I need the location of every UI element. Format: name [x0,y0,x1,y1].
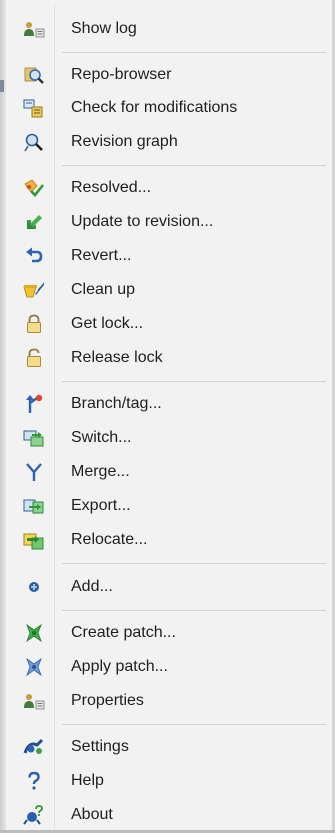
menu-item-label: Repo-browser [71,66,172,83]
export-icon [23,496,45,516]
update-to-revision-icon [23,212,45,232]
properties-icon [23,691,45,711]
menu-item-label: Show log [71,20,137,37]
menu-separator [62,724,326,725]
menu-item-branch-tag[interactable]: Branch/tag... [8,389,326,419]
menu-item-get-lock[interactable]: Get lock... [8,309,326,339]
context-menu: Show log Repo-browser Check for modifica… [0,0,335,833]
menu-item-label: Help [71,772,104,789]
menu-item-label: Add... [71,578,113,595]
settings-icon [23,737,45,757]
menu-item-add[interactable]: Add... [8,572,326,602]
menu-left-edge [0,0,6,833]
menu-item-label: About [71,806,113,823]
lock-icon [23,314,45,334]
menu-item-revision-graph[interactable]: Revision graph [8,127,326,157]
menu-item-label: Branch/tag... [71,395,162,412]
menu-item-label: Get lock... [71,315,144,332]
merge-icon [23,462,45,482]
menu-item-export[interactable]: Export... [8,491,326,521]
add-icon [23,577,45,597]
menu-item-label: Create patch... [71,624,176,641]
menu-item-label: Clean up [71,281,136,298]
menu-item-label: Release lock [71,349,163,366]
menu-item-label: Apply patch... [71,658,168,675]
menu-item-label: Check for modifications [71,99,238,116]
menu-item-label: Switch... [71,429,132,446]
menu-item-label: Settings [71,738,129,755]
menu-item-label: Properties [71,692,144,709]
menu-item-release-lock[interactable]: Release lock [8,343,326,373]
menu-item-apply-patch[interactable]: Apply patch... [8,652,326,682]
menu-item-label: Relocate... [71,531,148,548]
menu-item-show-log[interactable]: Show log [8,14,326,44]
apply-patch-icon [23,657,45,677]
menu-item-relocate[interactable]: Relocate... [8,525,326,555]
check-modifications-icon [23,98,45,118]
menu-separator [62,563,326,564]
menu-item-help[interactable]: Help [8,766,326,796]
menu-item-about[interactable]: About [8,800,326,830]
menu-item-settings[interactable]: Settings [8,732,326,762]
menu-item-repo-browser[interactable]: Repo-browser [8,60,326,90]
menu-item-revert[interactable]: Revert... [8,241,326,271]
menu-item-update-to-revision[interactable]: Update to revision... [8,207,326,237]
menu-separator [62,52,326,53]
menu-item-label: Update to revision... [71,213,214,230]
revision-graph-icon [23,132,45,152]
show-log-icon [23,19,45,39]
menu-item-label: Resolved... [71,179,152,196]
resolved-icon [23,178,45,198]
menu-item-label: Revert... [71,247,132,264]
clean-up-icon [23,280,45,300]
menu-item-label: Revision graph [71,133,178,150]
menu-item-switch[interactable]: Switch... [8,423,326,453]
menu-separator [62,165,326,166]
menu-separator [62,610,326,611]
revert-icon [23,246,45,266]
menu-item-create-patch[interactable]: Create patch... [8,618,326,648]
menu-item-properties[interactable]: Properties [8,686,326,716]
menu-item-check-for-modifications[interactable]: Check for modifications [8,93,326,123]
menu-item-label: Merge... [71,463,130,480]
about-icon [23,805,45,825]
help-icon [23,771,45,791]
switch-icon [23,428,45,448]
relocate-icon [23,530,45,550]
menu-separator [62,381,326,382]
menu-item-label: Export... [71,497,131,514]
unlock-icon [23,348,45,368]
create-patch-icon [23,623,45,643]
menu-item-resolved[interactable]: Resolved... [8,173,326,203]
repo-browser-icon [23,65,45,85]
menu-item-merge[interactable]: Merge... [8,457,326,487]
menu-item-clean-up[interactable]: Clean up [8,275,326,305]
branch-tag-icon [23,394,45,414]
